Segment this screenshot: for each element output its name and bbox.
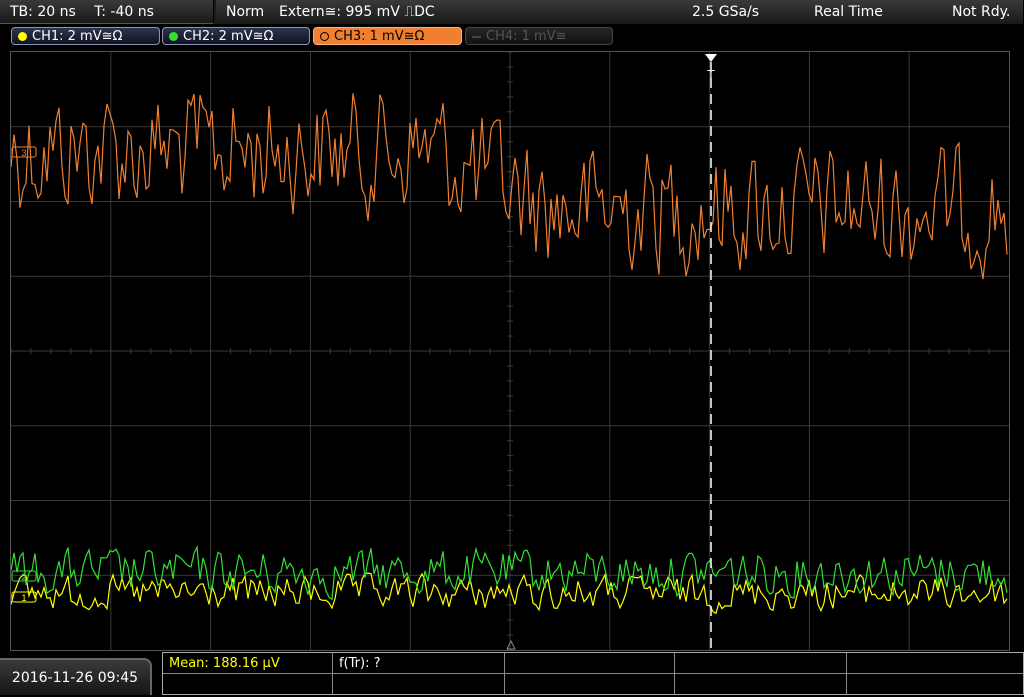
ch3-marker-text: 3 — [21, 148, 26, 158]
measurement-slot[interactable] — [333, 674, 505, 695]
date-time: 2016-11-26 09:45 — [0, 658, 152, 695]
sample-rate: 2.5 GSa/s — [692, 4, 760, 20]
trigger-status: Not Rdy. — [952, 4, 1011, 20]
measurement-f-tr[interactable]: f(Tr): ? — [333, 653, 505, 674]
ch2-color-dot — [169, 32, 178, 41]
measurement-panel[interactable]: Mean: 188.16 µV f(Tr): ? — [162, 652, 1024, 695]
acquisition-mode: Real Time — [814, 4, 883, 20]
channel-tab-ch4[interactable]: CH4: 1 mV≅ — [465, 27, 613, 45]
ch3-label: CH3: 1 mV≅Ω — [334, 29, 425, 44]
waveform-area: T 3 2 1 — [11, 52, 1009, 650]
time-reference-icon — [506, 639, 516, 650]
ch2-waveform — [11, 545, 1008, 601]
ch1-label: CH1: 2 mV≅Ω — [32, 29, 123, 44]
trigger-panel[interactable]: Norm Extern≅: 995 mV ⎍DC 2.5 GSa/s Real … — [216, 0, 1024, 24]
measurement-slot[interactable] — [847, 653, 1023, 674]
channel-tab-ch1[interactable]: CH1: 2 mV≅Ω — [11, 27, 160, 45]
trigger-time-value: T: -40 ns — [94, 4, 154, 20]
trigger-position-marker-icon[interactable] — [705, 54, 717, 62]
ch1-level-marker[interactable]: 1 — [11, 591, 37, 603]
ch2-level-marker[interactable]: 2 — [11, 570, 37, 582]
ch4-label: CH4: 1 mV≅ — [486, 29, 567, 44]
channel-tab-ch3[interactable]: CH3: 1 mV≅Ω — [313, 27, 462, 45]
trigger-source: Extern≅: 995 mV ⎍DC — [279, 4, 435, 20]
bottom-bar: 2016-11-26 09:45 Mean: 188.16 µV f(Tr): … — [0, 652, 1024, 695]
channel-tabs: CH1: 2 mV≅Ω CH2: 2 mV≅Ω CH3: 1 mV≅Ω CH4:… — [0, 25, 1024, 48]
measurement-slot[interactable] — [163, 674, 333, 695]
trigger-label: T — [707, 67, 715, 82]
measurement-slot[interactable] — [505, 674, 675, 695]
measurement-slot[interactable] — [675, 674, 847, 695]
timebase-panel[interactable]: TB: 20 ns T: -40 ns — [0, 0, 214, 24]
measurement-slot[interactable] — [847, 674, 1023, 695]
trigger-mode: Norm — [226, 4, 265, 20]
measurement-slot[interactable] — [675, 653, 847, 674]
timebase-value: TB: 20 ns — [10, 4, 76, 20]
ch2-marker-text: 2 — [21, 572, 26, 582]
channel-tab-ch2[interactable]: CH2: 2 mV≅Ω — [162, 27, 310, 45]
status-bar: TB: 20 ns T: -40 ns Norm Extern≅: 995 mV… — [0, 0, 1024, 24]
ch1-marker-text: 1 — [21, 593, 26, 603]
ch1-waveform — [11, 572, 1008, 615]
ch2-label: CH2: 2 mV≅Ω — [183, 29, 274, 44]
scope-display[interactable]: T 3 2 1 — [10, 51, 1010, 651]
measurement-mean[interactable]: Mean: 188.16 µV — [163, 653, 333, 674]
ch1-color-dot — [18, 32, 27, 41]
ch3-color-dot — [320, 32, 329, 41]
measurement-slot[interactable] — [505, 653, 675, 674]
ch4-off-icon — [472, 36, 481, 38]
